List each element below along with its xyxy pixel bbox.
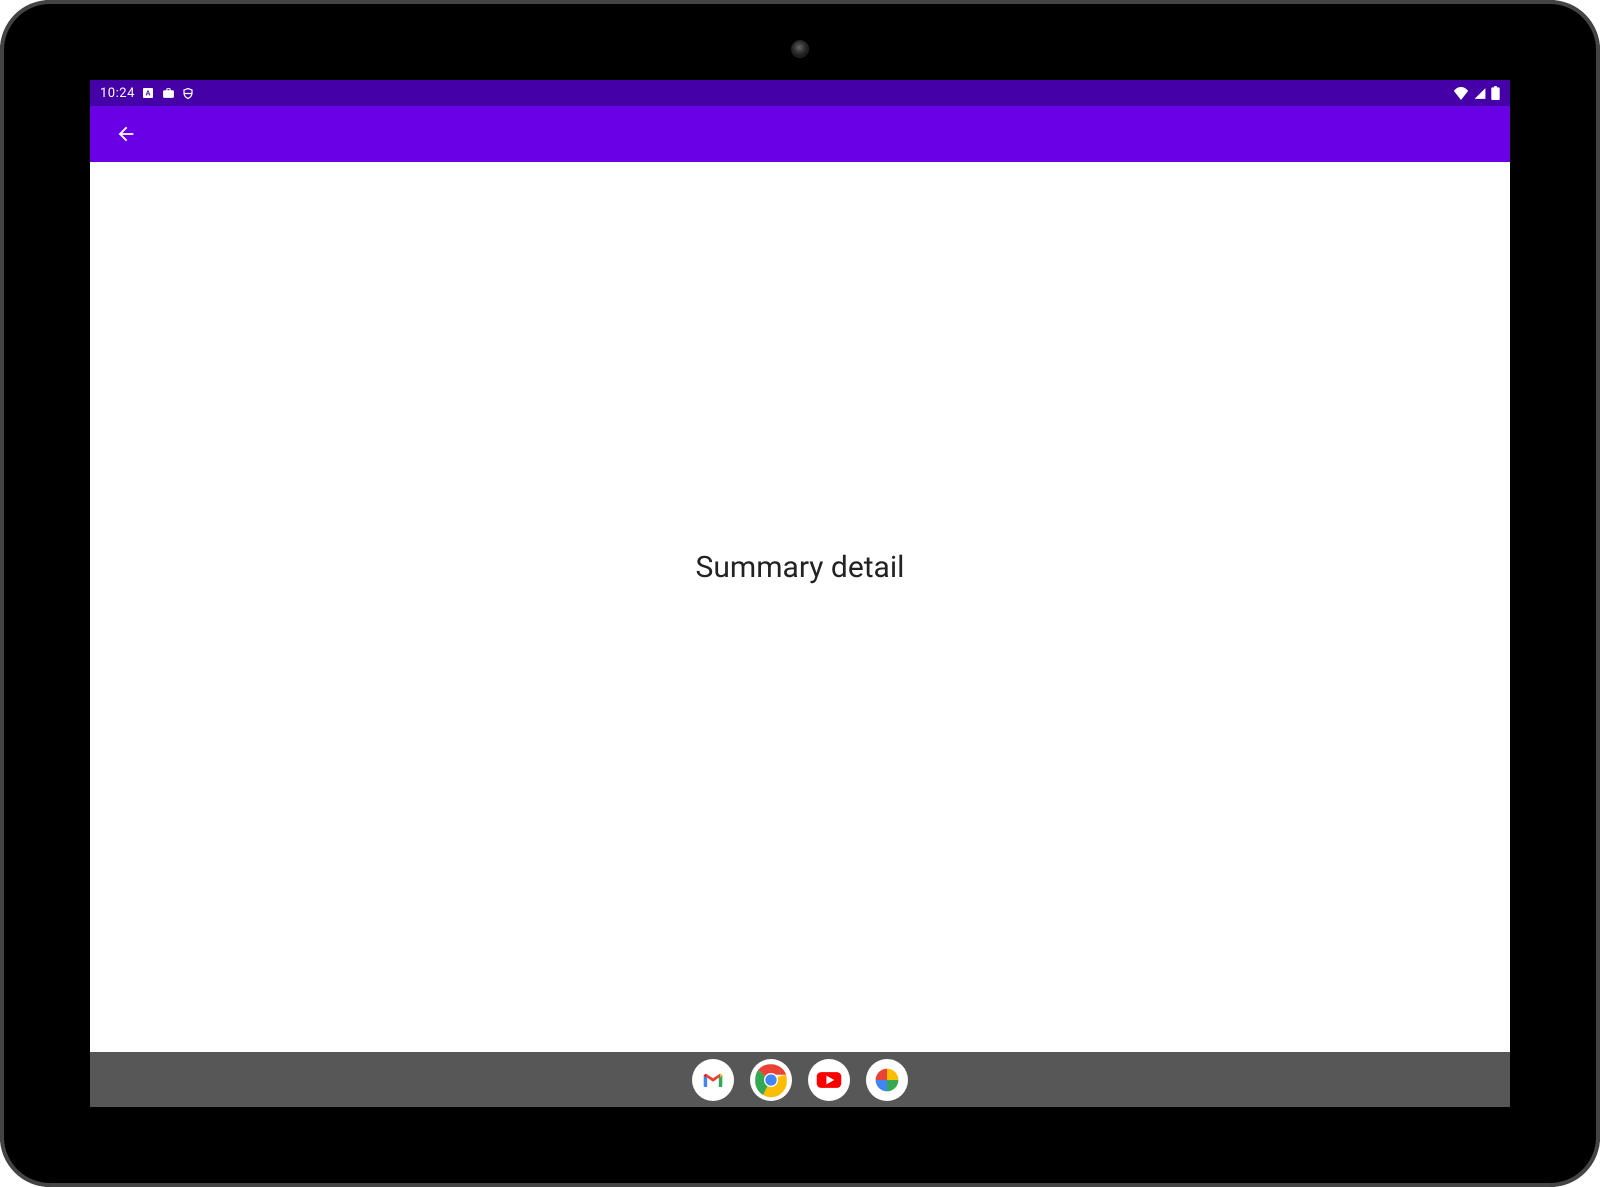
battery-icon <box>1491 86 1500 100</box>
status-bar: 10:24 A <box>90 80 1510 106</box>
status-left: 10:24 A <box>100 86 195 101</box>
summary-detail-text: Summary detail <box>696 550 905 585</box>
briefcase-icon <box>162 87 175 100</box>
app-bar <box>90 106 1510 162</box>
content-area: Summary detail <box>90 162 1510 1052</box>
photos-icon[interactable] <box>866 1059 908 1101</box>
shield-icon <box>182 87 195 100</box>
arrow-back-icon <box>115 123 137 145</box>
chrome-icon[interactable] <box>750 1059 792 1101</box>
wifi-icon <box>1453 87 1469 100</box>
back-button[interactable] <box>106 114 146 154</box>
screen: 10:24 A <box>90 80 1510 1107</box>
power-button <box>180 0 240 3</box>
status-right <box>1453 86 1500 100</box>
tablet-device-frame: 10:24 A <box>0 0 1600 1187</box>
youtube-icon[interactable] <box>808 1059 850 1101</box>
gmail-icon[interactable] <box>692 1059 734 1101</box>
taskbar <box>90 1052 1510 1107</box>
notification-a-icon: A <box>142 87 155 100</box>
signal-icon <box>1473 87 1487 100</box>
front-camera <box>791 40 809 58</box>
svg-text:A: A <box>146 91 151 98</box>
status-time: 10:24 <box>100 86 135 101</box>
